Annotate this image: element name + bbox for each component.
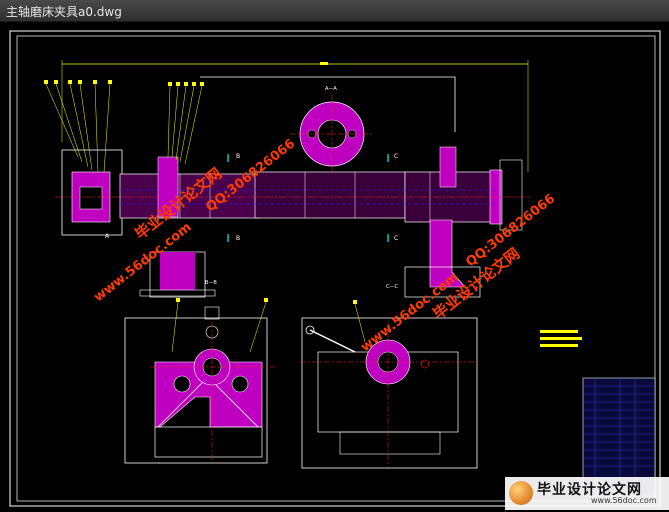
footer-logo: 毕业设计论文网 www.56doc.com [505,477,669,510]
flange-view-a-a: A—A [290,86,374,172]
section-label-c-c: C—C [386,284,398,290]
section-label-a-a: A—A [325,86,337,92]
logo-site: www.56doc.com [591,496,657,505]
window-titlebar: 主轴磨床夹具a0.dwg [0,0,669,22]
logo-globe-icon [509,481,533,505]
marker-c-bottom: C [394,235,398,242]
section-label-b-b: B—B [205,280,217,286]
marker-b-top: B [236,153,240,160]
marker-a: A [105,233,110,240]
marker-c-top: C [394,153,398,160]
section-view-b-b: B—B [124,280,275,464]
shaft-assembly [44,80,530,298]
cad-drawing-canvas[interactable]: A—A B B C C A B—B C—C 毕业设计论文网 QQ:3068260… [0,22,669,512]
cad-drawing: A—A B B C C A B—B C—C 毕业设计论文网 QQ:3068260… [9,30,661,507]
window-title: 主轴磨床夹具a0.dwg [6,5,122,19]
marker-b-bottom: B [236,235,240,242]
technical-notes [540,330,582,347]
